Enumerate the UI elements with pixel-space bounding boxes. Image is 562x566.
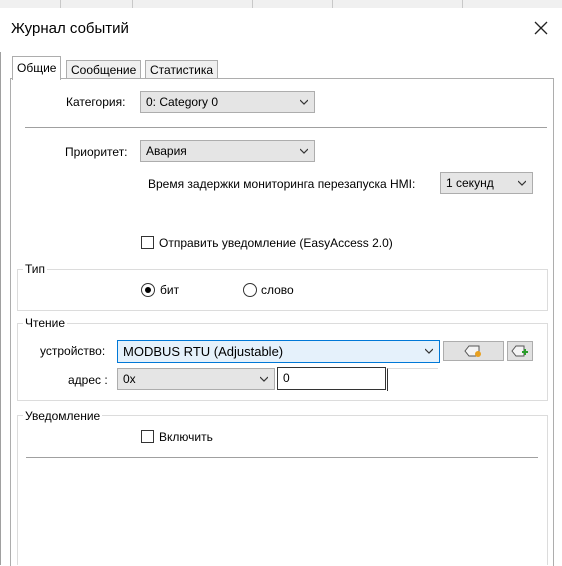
delay-select[interactable]: 1 секунд: [440, 172, 533, 194]
tag-icon: [464, 345, 481, 357]
address-extra-field: [387, 368, 438, 391]
delay-label: Время задержки мониторинга перезапуска H…: [148, 177, 416, 191]
priority-value: Авария: [146, 144, 187, 158]
category-value: 0: Category 0: [146, 95, 219, 109]
close-icon: [534, 21, 548, 35]
tab-message[interactable]: Сообщение: [66, 60, 142, 79]
enable-checkbox[interactable]: [141, 430, 154, 443]
tag-add-icon: [511, 345, 528, 357]
tag-button[interactable]: [443, 341, 504, 361]
chevron-down-icon: [300, 148, 308, 154]
priority-select[interactable]: Авария: [140, 140, 315, 162]
address-value: 0: [283, 371, 290, 385]
address-type-select[interactable]: 0x: [117, 368, 275, 390]
device-label: устройство:: [40, 344, 106, 358]
notification-group: [17, 415, 548, 565]
tab-message-label: Сообщение: [71, 63, 137, 77]
device-select[interactable]: MODBUS RTU (Adjustable): [117, 340, 440, 363]
radio-bit-label: бит: [160, 283, 180, 297]
radio-bit[interactable]: [141, 283, 155, 297]
chevron-down-icon: [260, 376, 268, 382]
tab-statistics[interactable]: Статистика: [145, 60, 219, 79]
delay-value: 1 секунд: [446, 176, 494, 190]
radio-word-label: слово: [261, 283, 294, 297]
notify-label: Отправить уведомление (EasyAccess 2.0): [159, 236, 393, 250]
close-button[interactable]: [530, 17, 552, 39]
tab-statistics-label: Статистика: [150, 63, 214, 77]
priority-label: Приоритет:: [65, 145, 128, 159]
tab-general[interactable]: Общие: [12, 56, 62, 80]
address-type-value: 0x: [123, 372, 136, 386]
radio-selected-dot: [145, 287, 151, 293]
chevron-down-icon: [300, 99, 308, 105]
window-title: Журнал событий: [11, 20, 129, 37]
device-value: MODBUS RTU (Adjustable): [123, 344, 284, 359]
chevron-down-icon: [518, 180, 526, 186]
category-select[interactable]: 0: Category 0: [140, 91, 315, 113]
separator: [25, 127, 547, 128]
add-tag-button[interactable]: [507, 341, 533, 361]
enable-label: Включить: [159, 430, 213, 444]
notification-group-title: Уведомление: [23, 409, 103, 423]
address-label: адрес :: [68, 373, 108, 387]
notify-checkbox[interactable]: [141, 236, 154, 249]
window-left-edge: [0, 8, 1, 565]
read-group-title: Чтение: [23, 316, 68, 330]
background-window-strip: [0, 0, 562, 8]
type-group-title: Тип: [23, 262, 48, 276]
chevron-down-icon: [425, 348, 433, 354]
radio-word[interactable]: [243, 283, 257, 297]
tab-general-label: Общие: [17, 61, 57, 75]
address-input[interactable]: 0: [277, 367, 386, 390]
notification-separator: [26, 457, 538, 458]
category-label: Категория:: [66, 95, 126, 109]
